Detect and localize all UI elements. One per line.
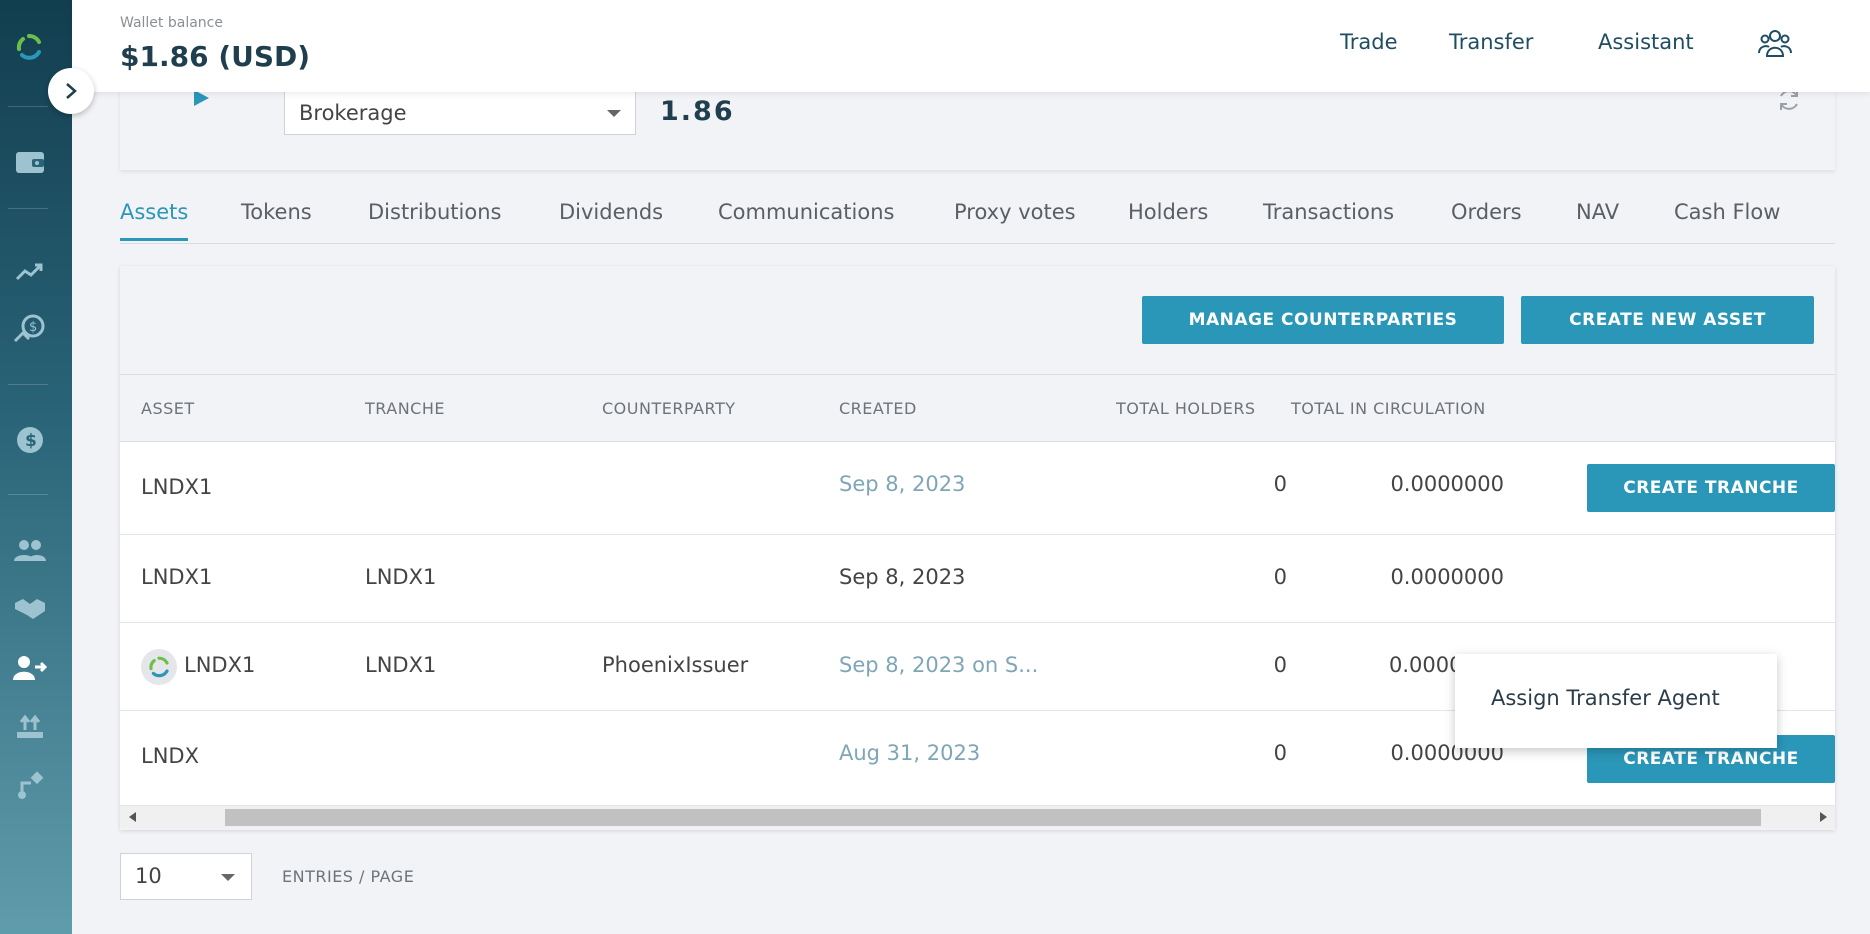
cell-created-link[interactable]: Sep 8, 2023 on S... [839,653,1038,677]
column-created[interactable]: CREATED [839,399,917,418]
scroll-right-icon[interactable] [1820,812,1827,822]
scrollbar-thumb[interactable] [225,809,1761,826]
cell-tranche: LNDX1 [365,653,437,677]
cell-asset: LNDX [141,744,199,768]
cell-total-holders: 0 [1273,653,1287,677]
cell-created-link[interactable]: Aug 31, 2023 [839,741,980,765]
column-tranche[interactable]: TRANCHE [365,399,445,418]
account-amount: 1.86 [660,96,735,127]
cell-counterparty: PhoenixIssuer [602,653,749,677]
entries-per-page-label: ENTRIES / PAGE [282,867,415,886]
account-select[interactable]: Brokerage [284,90,636,135]
svg-text:$: $ [29,320,37,335]
cell-tranche: LNDX1 [365,565,437,589]
sidebar-toggle-button[interactable] [48,68,94,114]
row-actions-menu: Assign Transfer Agent [1455,654,1777,748]
cell-total-holders: 0 [1273,565,1287,589]
cell-asset: LNDX1 [184,653,256,677]
expand-play-icon[interactable] [194,90,209,106]
logo-icon[interactable] [14,32,44,62]
users-icon[interactable] [12,532,48,568]
sidebar-divider [8,208,48,209]
chevron-right-icon [66,83,77,99]
sidebar-divider [8,106,48,107]
tab-assets[interactable]: Assets [120,200,189,241]
sidebar: $ $ [0,0,72,934]
wallet-icon[interactable] [12,144,48,180]
cell-asset: LNDX1 [141,475,213,499]
handshake-icon[interactable] [12,590,48,626]
upload-icon[interactable] [12,708,48,744]
sidebar-divider [8,384,48,385]
entries-per-page-value: 10 [135,864,162,888]
cell-total-in-circulation: 0.0000000 [1390,565,1504,589]
wallet-balance-value: $1.86 (USD) [120,40,311,73]
entries-per-page-select[interactable]: 10 [120,853,252,900]
assign-transfer-agent-item[interactable]: Assign Transfer Agent [1491,686,1720,710]
column-total-holders[interactable]: TOTAL HOLDERS [1116,399,1256,418]
tab-orders[interactable]: Orders [1451,200,1522,238]
tab-nav[interactable]: NAV [1576,200,1619,238]
caret-down-icon [607,110,621,117]
tab-holders[interactable]: Holders [1128,200,1208,238]
column-counterparty[interactable]: COUNTERPARTY [602,399,736,418]
tab-transactions[interactable]: Transactions [1263,200,1394,238]
tab-tokens[interactable]: Tokens [241,200,312,238]
tab-bar: Assets Tokens Distributions Dividends Co… [120,198,1835,244]
tab-cash-flow[interactable]: Cash Flow [1674,200,1780,238]
user-transfer-icon[interactable] [12,650,48,686]
table-row[interactable]: LNDX1 Sep 8, 2023 0 0.0000000 CREATE TRA… [120,442,1835,535]
asset-logo-icon [141,649,177,685]
tab-dividends[interactable]: Dividends [559,200,663,238]
svg-text:$: $ [25,431,37,451]
cell-total-in-circulation: 0.0000000 [1390,472,1504,496]
manage-counterparties-button[interactable]: MANAGE COUNTERPARTIES [1142,296,1504,344]
tab-communications[interactable]: Communications [718,200,894,238]
top-header: Wallet balance $1.86 (USD) Trade Transfe… [72,0,1870,92]
cell-total-holders: 0 [1273,472,1287,496]
tab-distributions[interactable]: Distributions [368,200,501,238]
caret-down-icon [221,874,235,881]
nav-transfer[interactable]: Transfer [1449,30,1533,54]
cell-created: Sep 8, 2023 [839,565,966,589]
money-hand-icon[interactable]: $ [12,312,48,348]
table-row[interactable]: LNDX1 LNDX1 Sep 8, 2023 0 0.0000000 [120,535,1835,623]
create-tranche-button[interactable]: CREATE TRANCHE [1587,464,1835,512]
sidebar-divider [8,494,48,495]
tab-proxy-votes[interactable]: Proxy votes [954,200,1076,238]
table-header: ASSET TRANCHE COUNTERPARTY CREATED TOTAL… [120,374,1835,442]
nav-assistant[interactable]: Assistant [1598,30,1694,54]
account-select-value: Brokerage [299,101,407,125]
column-total-in-circulation[interactable]: TOTAL IN CIRCULATION [1291,399,1486,418]
account-card: Brokerage 1.86 [120,80,1835,170]
wallet-balance-label: Wallet balance [120,15,223,31]
cell-asset: LNDX1 [141,565,213,589]
cell-total-in-circulation: 0.0000 [1389,653,1463,677]
workflow-icon[interactable] [12,768,48,804]
cell-total-holders: 0 [1273,741,1287,765]
team-icon[interactable] [1758,26,1792,60]
column-asset[interactable]: ASSET [141,399,195,418]
dollar-icon[interactable]: $ [12,422,48,458]
nav-trade[interactable]: Trade [1340,30,1398,54]
cell-created-link[interactable]: Sep 8, 2023 [839,472,965,496]
horizontal-scrollbar[interactable] [120,806,1835,828]
trending-icon[interactable] [12,254,48,290]
scroll-left-icon[interactable] [129,812,136,822]
create-new-asset-button[interactable]: CREATE NEW ASSET [1521,296,1814,344]
